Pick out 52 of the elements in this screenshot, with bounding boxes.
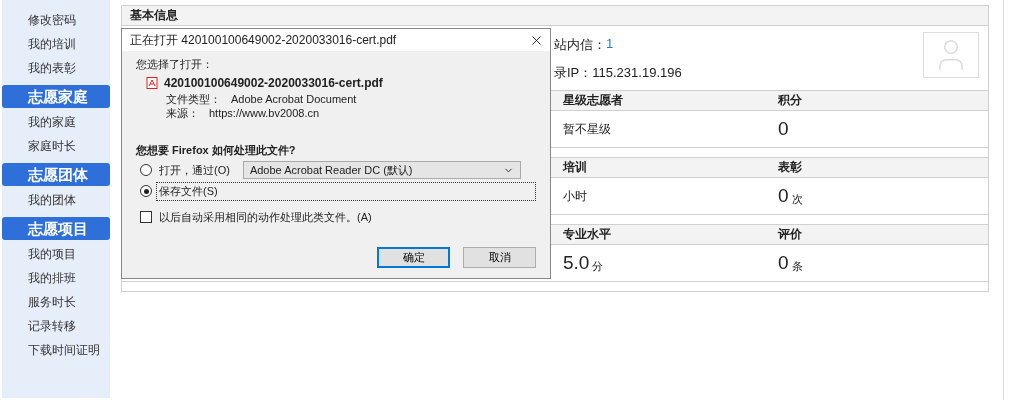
column-header: 专业水平: [554, 225, 769, 245]
radio-button[interactable]: [140, 164, 152, 176]
column-header: 培训: [554, 158, 769, 178]
sidebar-item[interactable]: 我的团体: [2, 188, 110, 212]
sidebar-section-header: 志愿项目: [2, 217, 110, 240]
messages-count[interactable]: 1: [606, 36, 614, 54]
sidebar-item[interactable]: 我的项目: [2, 242, 110, 266]
messages-label: 站内信：: [554, 36, 606, 54]
sidebar-item[interactable]: 我的表彰: [2, 56, 110, 80]
source-label: 来源：: [166, 106, 199, 120]
column-header: 积分: [769, 91, 988, 111]
source-url: https://www.bv2008.cn: [209, 106, 320, 120]
chosen-label: 您选择了打开：: [136, 57, 214, 72]
sidebar-item[interactable]: 服务时长: [2, 290, 110, 314]
stat-value: 0: [778, 252, 789, 274]
radio-button[interactable]: [140, 185, 152, 197]
stat-text: 小时: [563, 187, 587, 205]
column-header: 表彰: [769, 158, 988, 178]
stat-value: 5.0: [563, 252, 590, 274]
avatar-icon: [923, 32, 979, 78]
sidebar-item[interactable]: 我的排班: [2, 266, 110, 290]
question-text: 您想要 Firefox 如何处理此文件?: [136, 143, 297, 158]
column-header: 评价: [769, 225, 988, 245]
pdf-icon: [146, 77, 158, 89]
sidebar-item[interactable]: 我的家庭: [2, 110, 110, 134]
stat-text: 暂不星级: [563, 120, 611, 138]
sidebar-item[interactable]: 下载时间证明: [2, 338, 110, 362]
stat-unit: 分: [592, 258, 604, 274]
checkbox[interactable]: [140, 211, 152, 223]
option-label[interactable]: 打开，通过(O): [156, 160, 233, 180]
dialog-title: 正在打开 420100100649002-2020033016-cert.pdf: [130, 31, 397, 49]
dialog-button[interactable]: 确定: [377, 247, 450, 268]
application-dropdown[interactable]: Adobe Acrobat Reader DC (默认): [242, 161, 521, 179]
stat-unit: 条: [791, 258, 803, 274]
stat-value: 0: [778, 118, 789, 140]
sidebar-item[interactable]: 记录转移: [2, 314, 110, 338]
sidebar-item[interactable]: 修改密码: [2, 8, 110, 32]
sidebar-item[interactable]: 家庭时长: [2, 134, 110, 158]
stat-unit: 次: [791, 191, 803, 207]
stat-value: 0: [778, 185, 789, 207]
file-type: Adobe Acrobat Document: [231, 92, 357, 106]
sidebar-section-header: 志愿家庭: [2, 85, 110, 108]
sidebar-item[interactable]: 我的培训: [2, 32, 110, 56]
checkbox-label[interactable]: 以后自动采用相同的动作处理此类文件。(A): [156, 207, 375, 227]
option-label[interactable]: 保存文件(S): [156, 181, 536, 201]
column-header: 星级志愿者: [554, 91, 769, 111]
login-ip: 录IP：115.231.19.196: [554, 64, 682, 82]
file-type-label: 文件类型：: [166, 92, 221, 106]
section-title: 基本信息: [122, 6, 988, 26]
file-name: 420100100649002-2020033016-cert.pdf: [164, 76, 383, 90]
dialog-button[interactable]: 取消: [463, 247, 536, 268]
sidebar-section-header: 志愿团体: [2, 163, 110, 186]
